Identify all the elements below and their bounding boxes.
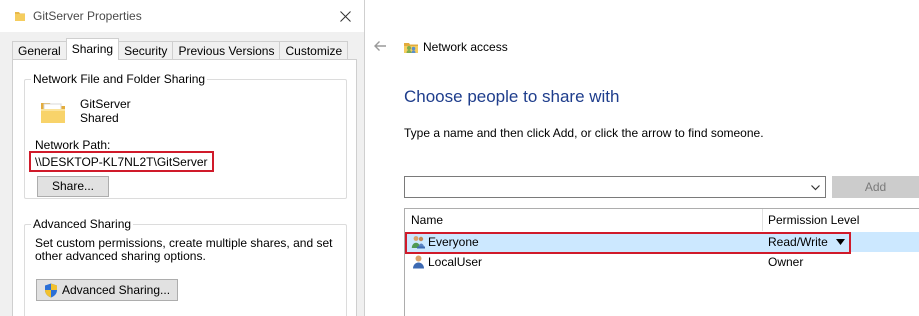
- tab-sharing[interactable]: Sharing: [65, 38, 120, 60]
- column-header-permission[interactable]: Permission Level: [768, 213, 859, 227]
- wizard-title: Network access: [423, 40, 508, 54]
- network-path-value: \\DESKTOP-KL7NL2T\GitServer: [29, 151, 214, 172]
- chevron-down-icon[interactable]: [810, 182, 821, 193]
- instruction-text: Type a name and then click Add, or click…: [404, 126, 764, 140]
- folder-icon: [14, 10, 26, 25]
- row-name: Everyone: [428, 235, 479, 249]
- network-path-label: Network Path:: [35, 138, 111, 152]
- properties-dialog: GitServer Properties General Sharing Sec…: [0, 0, 365, 316]
- close-button[interactable]: [325, 0, 364, 32]
- row-name: LocalUser: [428, 255, 483, 269]
- permissions-list: Name Permission Level Everyone Read/Writ…: [404, 208, 919, 316]
- advanced-sharing-group-title: Advanced Sharing: [31, 217, 134, 231]
- table-row[interactable]: LocalUser Owner: [405, 252, 919, 272]
- tab-security[interactable]: Security: [118, 41, 174, 60]
- advanced-sharing-button-label: Advanced Sharing...: [61, 282, 171, 297]
- share-button[interactable]: Share...: [37, 176, 109, 197]
- advanced-sharing-description: Set custom permissions, create multiple …: [35, 236, 333, 263]
- title-bar: GitServer Properties: [0, 0, 364, 32]
- network-sharing-group-title: Network File and Folder Sharing: [31, 72, 208, 86]
- column-divider[interactable]: [762, 209, 763, 231]
- folder-icon: [39, 98, 67, 129]
- folder-share-status: Shared: [80, 111, 119, 125]
- column-header-name[interactable]: Name: [411, 213, 443, 227]
- back-arrow-icon[interactable]: [372, 38, 388, 54]
- network-sharing-icon: [403, 39, 419, 58]
- dialog-title: GitServer Properties: [33, 9, 142, 23]
- add-button[interactable]: Add: [832, 176, 919, 198]
- tab-general[interactable]: General: [12, 41, 67, 60]
- permission-dropdown-icon[interactable]: [836, 239, 845, 245]
- sharing-tab-page: Network File and Folder Sharing GitServe…: [12, 59, 357, 316]
- page-heading: Choose people to share with: [404, 87, 620, 106]
- table-row[interactable]: Everyone Read/Write: [405, 232, 919, 254]
- network-access-wizard: Network access Choose people to share wi…: [366, 0, 919, 316]
- row-permission: Owner: [768, 255, 804, 269]
- close-icon: [339, 10, 351, 22]
- row-permission: Read/Write: [768, 235, 828, 249]
- advanced-sharing-group: Advanced Sharing Set custom permissions,…: [24, 217, 347, 316]
- user-icon: [411, 254, 426, 272]
- tab-customize[interactable]: Customize: [279, 41, 349, 60]
- tab-strip: General Sharing Security Previous Versio…: [12, 38, 349, 60]
- group-icon: [411, 234, 426, 252]
- name-input[interactable]: [404, 176, 826, 198]
- advanced-sharing-button[interactable]: Advanced Sharing...: [36, 279, 178, 301]
- folder-name: GitServer: [80, 97, 131, 111]
- tab-previous-versions[interactable]: Previous Versions: [172, 41, 281, 60]
- network-sharing-group: Network File and Folder Sharing GitServe…: [24, 72, 347, 199]
- shield-icon: [44, 283, 57, 297]
